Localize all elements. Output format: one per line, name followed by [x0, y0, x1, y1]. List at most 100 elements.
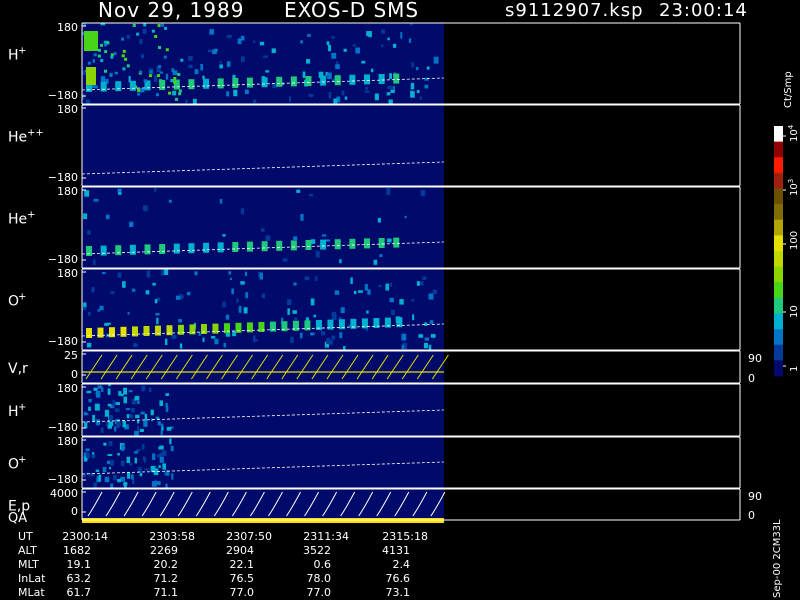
spectrogram-cell: [95, 390, 101, 398]
spectrogram-cell: [154, 299, 158, 304]
spectrogram-cell: [404, 215, 407, 219]
spectrogram-cell: [169, 438, 172, 445]
spectrogram-cell: [240, 208, 245, 215]
spectrogram-cell: [93, 198, 99, 202]
table-row: ALT 1682 2269 2904 3522 4131: [18, 544, 438, 557]
spectrogram-cell: [129, 414, 134, 419]
spectrogram-cell: [177, 73, 181, 77]
spectrogram-cell: [164, 338, 168, 346]
spectrogram-cell: [236, 298, 239, 303]
spectrogram-cell: [426, 66, 430, 70]
colorbar-swatch: [774, 235, 783, 252]
spectrogram-cell: [364, 74, 371, 85]
spectrogram-cell: [261, 293, 266, 299]
spectrogram-cell: [159, 71, 164, 74]
spectrogram-cell: [412, 314, 415, 321]
spectrogram-cell: [125, 408, 131, 411]
spectrogram-cell: [107, 453, 113, 457]
spectrogram-cell: [93, 387, 98, 391]
spectrogram-cell: [156, 481, 161, 486]
spectrogram-cell: [386, 188, 391, 196]
spectrogram-cell: [82, 306, 87, 311]
spectrogram-cell: [244, 271, 248, 276]
spectrogram-cell: [97, 54, 101, 58]
spectrogram-cell: [165, 393, 169, 396]
spectrogram-cell: [344, 96, 348, 100]
spectrogram-cell: [238, 305, 242, 313]
spectrogram-cell: [114, 408, 120, 413]
spectrogram-cell: [113, 475, 117, 481]
spectrogram-cell: [100, 427, 104, 433]
spectrogram-cell: [157, 74, 161, 78]
spectrogram-cell: [88, 398, 92, 403]
spectrogram-cell: [104, 476, 110, 483]
y-tick-label: −180: [48, 253, 78, 266]
spectrogram-cell: [115, 245, 122, 256]
table-cell: 2303:58: [149, 530, 195, 543]
spectrogram-cell: [173, 80, 177, 84]
table-cell: 2269: [150, 544, 178, 557]
spectrogram-cell: [237, 38, 242, 45]
spectrogram-cell: [124, 57, 128, 61]
spectrogram-cell: [424, 84, 429, 89]
spectrogram-cell: [126, 34, 131, 39]
colorbar-swatch: [774, 266, 783, 283]
spectrogram-cell: [122, 420, 127, 428]
right-axis-label: 90: [748, 352, 762, 365]
spectrogram-cell: [328, 92, 332, 99]
spectrogram-cell: [340, 307, 345, 314]
spectrogram-cell: [315, 276, 318, 281]
spectrogram-cell: [364, 283, 368, 291]
colorbar-swatch: [774, 219, 783, 236]
spectrogram-cell: [107, 388, 111, 395]
table-row: InLat 63.2 71.2 76.5 78.0 76.6: [18, 572, 438, 585]
spectrogram-cell: [290, 336, 294, 343]
spectrogram-cell: [386, 92, 391, 96]
spectrogram-cell: [243, 307, 248, 314]
spectrogram-cell: [203, 242, 210, 253]
spectrogram-cell: [122, 281, 126, 288]
y-tick-label: −180: [48, 89, 78, 102]
y-tick-label: −180: [48, 473, 78, 486]
spectrogram-cell: [133, 343, 138, 348]
spectrogram-cell: [179, 343, 183, 349]
colorbar-swatch: [774, 297, 783, 314]
table-cell: 61.7: [66, 586, 92, 599]
spectrogram-cell: [166, 426, 172, 431]
spectrogram-cell: [211, 336, 216, 339]
spectrogram-cell: [208, 49, 212, 53]
spectrogram-cell: [378, 74, 385, 84]
spectrogram-cell: [116, 421, 121, 427]
spectrogram-cell: [368, 31, 372, 38]
spectrogram-cell: [331, 335, 336, 340]
spectrogram-cell: [290, 240, 297, 251]
panel-label-superscript: +: [18, 455, 26, 466]
spectrogram-cell: [165, 73, 169, 80]
spectrogram-cell: [374, 260, 377, 265]
spectrogram-cell: [108, 441, 113, 446]
spectrogram-cell: [232, 78, 239, 88]
spectrogram-cell: [326, 41, 330, 46]
spectrogram-cell: [144, 413, 148, 421]
spectrogram-cell: [143, 79, 147, 83]
spectrogram-cell: [393, 237, 400, 248]
spectrogram-cell: [100, 43, 104, 47]
spectrogram-cell: [114, 426, 117, 432]
spectrogram-cell: [161, 23, 165, 27]
spectrogram-cell: [202, 75, 205, 80]
spectrogram-cell: [154, 187, 157, 192]
table-cell: 0.6: [313, 558, 332, 571]
spectrogram-cell: [305, 59, 311, 64]
spectrogram-cell: [245, 292, 249, 299]
spectrogram-cell: [91, 454, 96, 459]
spectrogram-cell: [155, 93, 159, 97]
spectrogram-cell: [300, 332, 303, 339]
table-cell: 20.2: [153, 558, 179, 571]
spectrogram-cell: [137, 92, 141, 96]
spectrogram-cell: [132, 23, 136, 27]
panel-label-superscript: ++: [27, 128, 44, 139]
spectrogram-cell: [84, 421, 88, 429]
spectrogram-cell: [129, 221, 134, 227]
spectrogram-cell: [94, 85, 98, 89]
header-time: 23:00:14: [659, 0, 748, 21]
